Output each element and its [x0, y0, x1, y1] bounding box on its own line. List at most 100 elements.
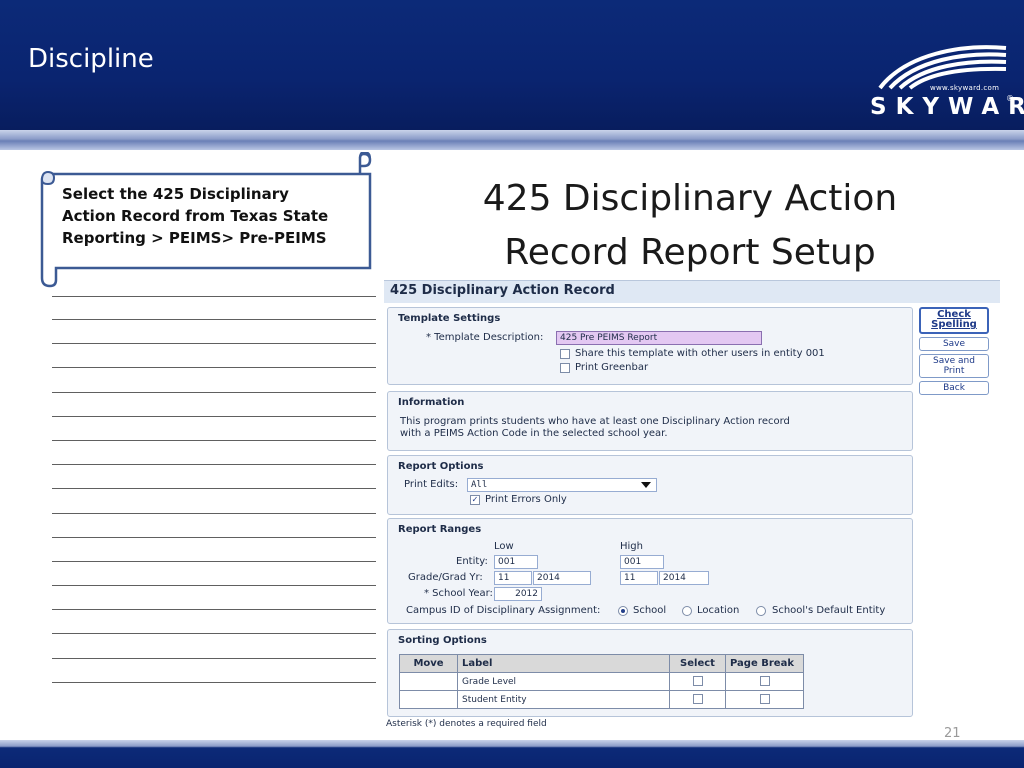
grade-low-input[interactable]: 11	[494, 571, 532, 585]
campus-school-radio[interactable]	[618, 606, 628, 616]
note-line	[52, 344, 376, 369]
save-and-print-line-2: Print	[943, 366, 965, 376]
label-column-header: Label	[457, 654, 670, 673]
logo-wordmark: SKYWARD	[870, 94, 1024, 120]
check-spelling-line-2: Spelling	[931, 319, 977, 330]
note-line	[52, 489, 376, 514]
print-edits-select[interactable]: All	[467, 478, 657, 492]
notes-lines	[52, 296, 376, 683]
grade-grad-yr-label: Grade/Grad Yr:	[408, 572, 483, 583]
information-text-line-2: with a PEIMS Action Code in the selected…	[400, 428, 668, 439]
low-header: Low	[494, 541, 514, 552]
entity-low-input[interactable]: 001	[494, 555, 538, 569]
page-break-checkbox[interactable]	[759, 694, 770, 705]
page-break-checkbox[interactable]	[759, 676, 770, 687]
note-line	[52, 465, 376, 490]
note-line	[52, 393, 376, 417]
select-column-header: Select	[669, 654, 726, 673]
heading-line-1: 425 Disciplinary Action	[482, 178, 898, 219]
heading-line-2: Record Report Setup	[504, 232, 876, 273]
campus-default-entity-label: School's Default Entity	[772, 605, 886, 616]
table-row: Grade Level	[399, 672, 804, 691]
logo-url: www.skyward.com	[930, 84, 1000, 92]
sorting-table: Move Label Select Page Break Grade Level…	[399, 654, 804, 709]
move-handle[interactable]	[399, 690, 458, 709]
window-title: 425 Disciplinary Action Record	[384, 281, 1000, 303]
page-number: 21	[944, 726, 961, 741]
note-line	[52, 320, 376, 345]
print-errors-only-checkbox[interactable]: ✓	[470, 495, 480, 505]
instruction-callout: Select the 425 Disciplinary Action Recor…	[30, 152, 378, 288]
select-cell	[669, 690, 726, 709]
sort-label-cell: Grade Level	[457, 672, 670, 691]
page-break-cell	[725, 672, 804, 691]
back-button[interactable]: Back	[919, 381, 989, 395]
share-template-checkbox[interactable]	[560, 349, 570, 359]
school-year-label: * School Year:	[424, 588, 493, 599]
slide-footer	[0, 740, 1024, 768]
panel-title: Sorting Options	[398, 635, 487, 646]
note-line	[52, 296, 376, 320]
save-and-print-button[interactable]: Save and Print	[919, 354, 989, 378]
print-greenbar-checkbox[interactable]	[560, 363, 570, 373]
note-line	[52, 634, 376, 659]
report-ranges-panel: Report Ranges Low High Entity: 001 001 G…	[387, 518, 913, 624]
callout-line-1: Select the 425 Disciplinary	[62, 185, 289, 203]
move-column-header: Move	[399, 654, 458, 673]
note-line	[52, 562, 376, 587]
panel-title: Information	[398, 397, 465, 408]
note-line	[52, 514, 376, 538]
move-handle[interactable]	[399, 672, 458, 691]
campus-school-label: School	[633, 605, 667, 616]
grad-yr-low-input[interactable]: 2014	[533, 571, 591, 585]
save-button[interactable]: Save	[919, 337, 989, 351]
report-options-panel: Report Options Print Edits: All ✓ Print …	[387, 455, 913, 515]
campus-location-label: Location	[697, 605, 740, 616]
share-template-label: Share this template with other users in …	[575, 348, 825, 359]
note-line	[52, 368, 376, 393]
grad-yr-high-input[interactable]: 2014	[659, 571, 709, 585]
callout-line-3: Reporting > PEIMS> Pre-PEIMS	[62, 229, 327, 247]
skyward-logo: www.skyward.com SKYWARD ®	[866, 42, 1024, 122]
panel-title: Report Options	[398, 461, 484, 472]
page-break-column-header: Page Break	[725, 654, 804, 673]
callout-text: Select the 425 Disciplinary Action Recor…	[62, 183, 362, 249]
slide-header: Discipline www.skyward.com SKYWARD ®	[0, 0, 1024, 130]
table-header-row: Move Label Select Page Break	[399, 654, 804, 673]
required-field-footnote: Asterisk (*) denotes a required field	[386, 719, 547, 729]
select-checkbox[interactable]	[692, 694, 703, 705]
chevron-down-icon[interactable]	[638, 479, 654, 491]
campus-default-entity-radio[interactable]	[756, 606, 766, 616]
report-setup-heading: 425 Disciplinary Action Record Report Se…	[440, 172, 940, 280]
template-description-input[interactable]: 425 Pre PEIMS Report	[556, 331, 762, 345]
save-and-print-line-1: Save and	[933, 356, 975, 366]
note-line	[52, 659, 376, 683]
table-row: Student Entity	[399, 690, 804, 709]
high-header: High	[620, 541, 643, 552]
campus-location-radio[interactable]	[682, 606, 692, 616]
grade-high-input[interactable]: 11	[620, 571, 658, 585]
select-cell	[669, 672, 726, 691]
panel-title: Report Ranges	[398, 524, 482, 535]
page-break-cell	[725, 690, 804, 709]
panel-title: Template Settings	[398, 313, 501, 324]
template-settings-panel: Template Settings * Template Description…	[387, 307, 913, 385]
template-description-label: * Template Description:	[426, 332, 544, 343]
sorting-options-panel: Sorting Options Move Label Select Page B…	[387, 629, 913, 717]
print-errors-only-label: Print Errors Only	[485, 494, 567, 505]
registered-mark: ®	[1006, 94, 1014, 103]
callout-line-2: Action Record from Texas State	[62, 207, 329, 225]
select-checkbox[interactable]	[692, 676, 703, 687]
entity-label: Entity:	[456, 556, 488, 567]
print-edits-label: Print Edits:	[404, 479, 459, 490]
check-spelling-button[interactable]: Check Spelling	[919, 307, 989, 334]
note-line	[52, 586, 376, 611]
note-line	[52, 417, 376, 441]
entity-high-input[interactable]: 001	[620, 555, 664, 569]
sort-label-cell: Student Entity	[457, 690, 670, 709]
note-line	[52, 610, 376, 635]
logo-swoosh-icon	[878, 45, 1007, 90]
note-line	[52, 538, 376, 562]
print-greenbar-label: Print Greenbar	[575, 362, 649, 373]
school-year-input[interactable]: 2012	[494, 587, 542, 601]
